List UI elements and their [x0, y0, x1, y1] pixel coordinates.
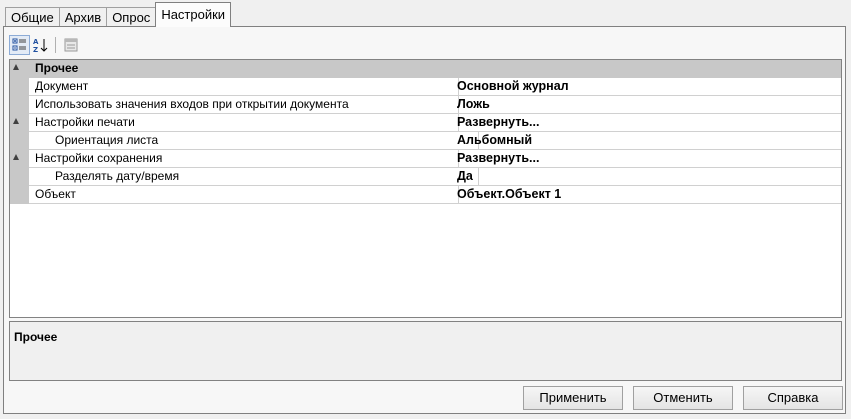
- property-value[interactable]: Развернуть...: [454, 114, 539, 131]
- property-name: Объект: [30, 186, 459, 203]
- property-row-save-settings[interactable]: Настройки сохранения Развернуть...: [10, 150, 841, 168]
- category-row[interactable]: Прочее: [10, 60, 841, 78]
- tab-strip: Общие Архив Опрос Настройки: [5, 2, 232, 27]
- property-value[interactable]: Объект.Объект 1: [454, 186, 561, 203]
- alphabetical-sort-button[interactable]: A Z: [30, 35, 51, 55]
- row-gutter: [10, 168, 29, 186]
- property-name: Разделять дату/время: [30, 168, 479, 185]
- property-value[interactable]: Да: [454, 168, 473, 185]
- collapse-icon[interactable]: [13, 154, 19, 160]
- settings-panel: A Z Прочее Документ Основной журнал Испо…: [3, 26, 846, 414]
- property-value[interactable]: Ложь: [454, 96, 490, 113]
- property-name: Использовать значения входов при открыти…: [30, 96, 459, 113]
- cancel-button[interactable]: Отменить: [633, 386, 733, 410]
- property-name: Настройки сохранения: [30, 150, 459, 167]
- tab-general[interactable]: Общие: [5, 7, 60, 27]
- property-pages-icon: [64, 38, 77, 52]
- tab-archive[interactable]: Архив: [58, 7, 108, 27]
- property-grid: Прочее Документ Основной журнал Использо…: [9, 59, 842, 318]
- property-name: Настройки печати: [30, 114, 459, 131]
- property-row-print-settings[interactable]: Настройки печати Развернуть...: [10, 114, 841, 132]
- description-title: Прочее: [14, 330, 58, 344]
- property-row-split-datetime[interactable]: Разделять дату/время Да: [10, 168, 841, 186]
- row-gutter: [10, 132, 29, 150]
- property-name: Ориентация листа: [30, 132, 479, 149]
- property-row-object[interactable]: Объект Объект.Объект 1: [10, 186, 841, 204]
- property-value[interactable]: Альбомный: [454, 132, 532, 149]
- collapse-icon[interactable]: [13, 118, 19, 124]
- property-name: Документ: [30, 78, 459, 95]
- collapse-icon[interactable]: [13, 64, 19, 70]
- help-button[interactable]: Справка: [743, 386, 843, 410]
- row-gutter: [10, 96, 29, 114]
- property-value[interactable]: Основной журнал: [454, 78, 569, 95]
- svg-text:Z: Z: [33, 46, 38, 53]
- tab-settings[interactable]: Настройки: [155, 2, 232, 27]
- property-row-use-inputs[interactable]: Использовать значения входов при открыти…: [10, 96, 841, 114]
- categorized-view-icon: [12, 38, 26, 51]
- row-gutter: [10, 186, 29, 204]
- svg-text:A: A: [33, 38, 39, 46]
- property-value[interactable]: Развернуть...: [454, 150, 539, 167]
- alphabetical-sort-icon: A Z: [33, 38, 47, 53]
- row-gutter: [10, 78, 29, 96]
- property-pages-button[interactable]: [60, 35, 81, 55]
- toolbar-separator: [55, 37, 56, 53]
- description-panel: Прочее: [9, 321, 842, 381]
- property-row-orientation[interactable]: Ориентация листа Альбомный: [10, 132, 841, 150]
- category-label: Прочее: [35, 61, 79, 75]
- apply-button[interactable]: Применить: [523, 386, 623, 410]
- categorized-view-button[interactable]: [9, 35, 30, 55]
- property-grid-toolbar: A Z: [9, 35, 81, 55]
- tab-poll[interactable]: Опрос: [106, 7, 157, 27]
- property-row-document[interactable]: Документ Основной журнал: [10, 78, 841, 96]
